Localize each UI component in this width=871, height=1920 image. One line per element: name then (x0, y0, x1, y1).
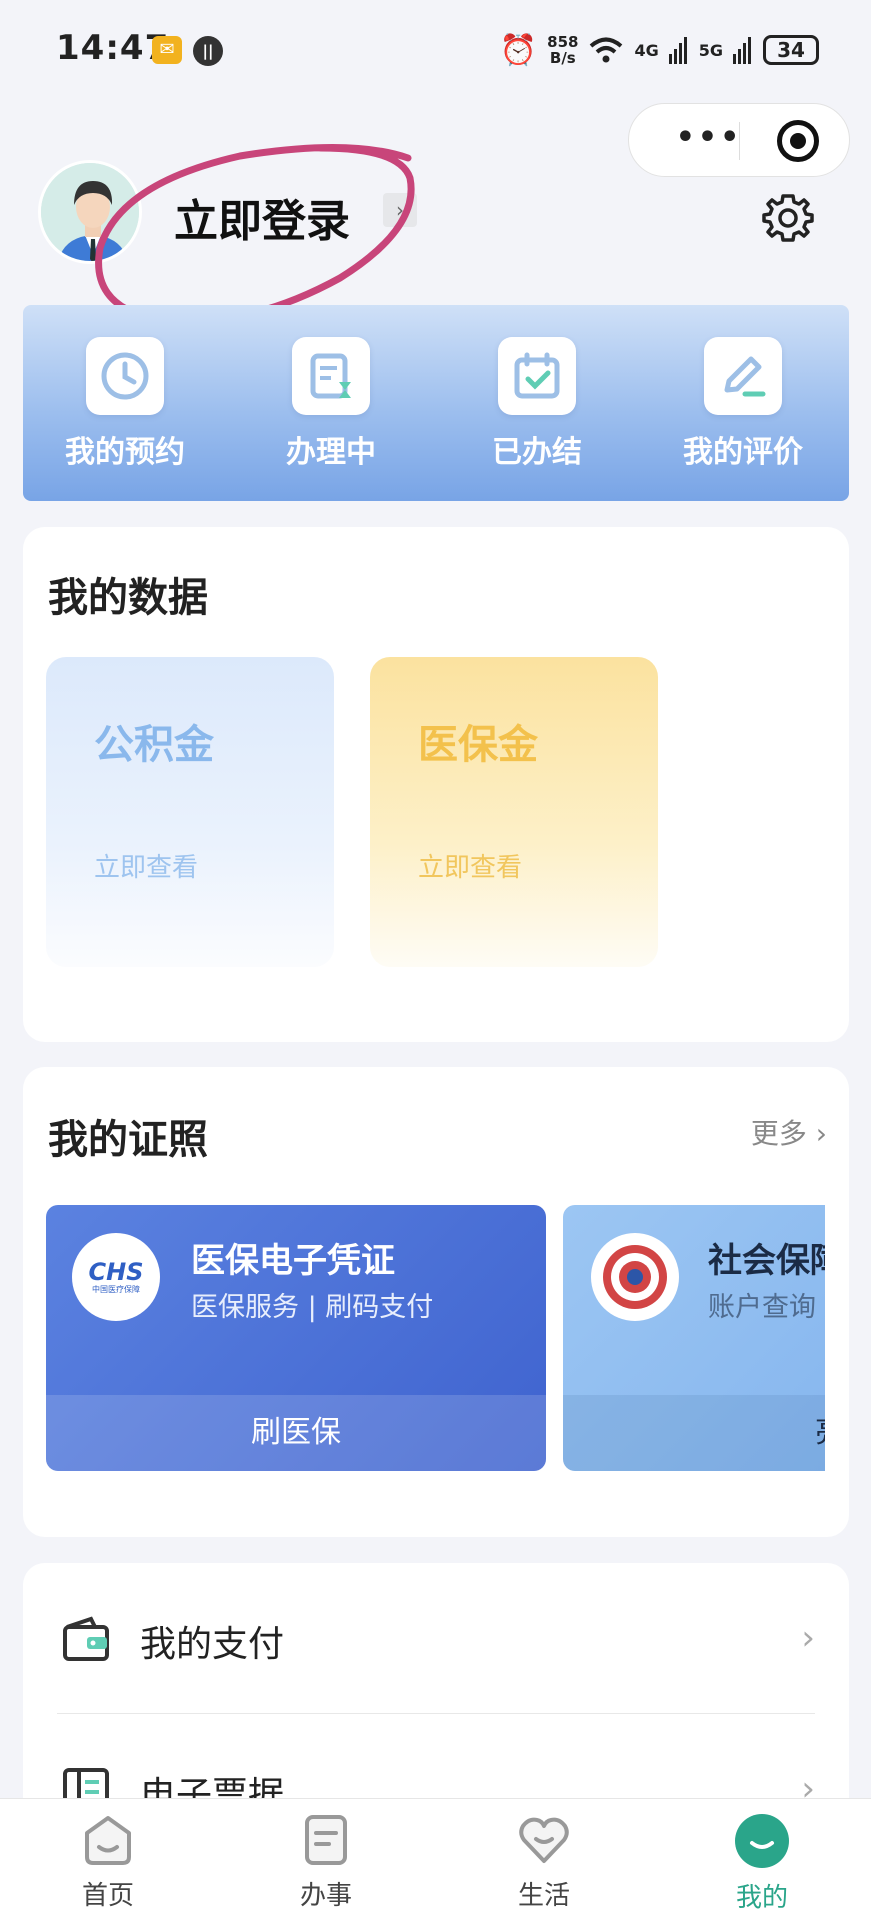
tab-services[interactable]: 办事 (246, 1813, 406, 1912)
bottom-tab-bar: 首页 办事 生活 我的 (0, 1798, 871, 1920)
my-certificates-card: 我的证照 更多 › CHS 中国医疗保障 医保电子凭证 医保服务 | 刷码支付 … (23, 1067, 849, 1537)
banner-item-label: 我的预约 (65, 435, 185, 470)
document-icon (305, 1815, 347, 1865)
tab-label: 首页 (81, 1881, 134, 1911)
network-speed: 858 B/s (547, 33, 579, 67)
tab-life[interactable]: 生活 (464, 1813, 624, 1912)
social-security-logo (591, 1233, 679, 1321)
signal-4g: 4G (634, 40, 659, 60)
wifi-icon (590, 37, 623, 63)
banner-item-label: 办理中 (286, 435, 376, 470)
menu-item-label: 我的支付 (140, 1624, 285, 1665)
scan-insurance-button[interactable]: 刷医保 (46, 1395, 546, 1471)
tab-label: 办事 (299, 1881, 352, 1911)
menu-item-my-payments[interactable]: 我的支付 › (23, 1563, 849, 1713)
banner-item-reviews[interactable]: 我的评价 (658, 337, 828, 471)
section-title: 我的数据 (48, 575, 208, 621)
tab-me[interactable]: 我的 (682, 1813, 842, 1914)
tab-label: 我的 (735, 1883, 788, 1913)
chevron-right-icon: › (815, 1117, 827, 1150)
more-link[interactable]: 更多 › (751, 1112, 827, 1152)
signal-bars-icon (733, 37, 751, 64)
settings-gear-icon[interactable] (760, 190, 816, 246)
chs-logo-text: CHS (88, 1257, 144, 1286)
tile-title: 公积金 (94, 722, 214, 768)
mail-notification-icon: ✉ (152, 36, 182, 64)
tile-view-link[interactable]: 立即查看 (418, 847, 522, 884)
user-avatar-icon (41, 163, 139, 261)
capsule-divider (739, 122, 740, 160)
signal-bars-icon (668, 37, 687, 64)
show-card-button[interactable]: 亮证 (563, 1395, 825, 1471)
alarm-icon: ⏰ (499, 32, 538, 68)
banner-item-label: 已办结 (492, 435, 582, 470)
status-bar: 14:47 ✉ || ⏰ 858 B/s 4G 5G 34 (0, 0, 871, 100)
more-menu-button[interactable]: ••• (659, 123, 759, 158)
login-link[interactable]: 立即登录 (174, 185, 350, 249)
tab-home[interactable]: 首页 (28, 1813, 188, 1912)
document-hourglass-icon (292, 337, 370, 415)
heart-icon (519, 1817, 569, 1863)
cert-title: 医保电子凭证 (191, 1241, 395, 1281)
housing-fund-tile[interactable]: 公积金 立即查看 (46, 657, 334, 967)
cert-subtitle: 医保服务 | 刷码支付 (191, 1292, 434, 1323)
signal-5g: 5G (698, 40, 723, 60)
calendar-check-icon (498, 337, 576, 415)
medical-insurance-tile[interactable]: 医保金 立即查看 (370, 657, 658, 967)
social-security-card[interactable]: 社会保障卡 账户查询 亮证 (563, 1205, 825, 1471)
pause-notification-icon: || (193, 36, 223, 66)
miniprogram-capsule: ••• (628, 103, 850, 177)
tile-title: 医保金 (418, 722, 538, 768)
battery-indicator: 34 (763, 35, 819, 65)
status-indicators: ⏰ 858 B/s 4G 5G 34 (500, 28, 819, 72)
wallet-icon (63, 1616, 109, 1661)
avatar[interactable] (38, 160, 142, 264)
cert-subtitle: 账户查询 (708, 1292, 816, 1323)
profile-active-icon (735, 1814, 789, 1868)
tile-view-link[interactable]: 立即查看 (94, 847, 198, 884)
banner-item-completed[interactable]: 已办结 (452, 337, 622, 471)
clock-icon (86, 337, 164, 415)
pen-edit-icon (704, 337, 782, 415)
banner-item-appointments[interactable]: 我的预约 (40, 337, 210, 471)
service-status-banner: 我的预约 办理中 已办结 我的评价 (23, 305, 849, 501)
my-data-card: 我的数据 公积金 立即查看 医保金 立即查看 (23, 527, 849, 1042)
close-miniprogram-icon[interactable] (777, 120, 819, 162)
chs-logo-subtext: 中国医疗保障 (91, 1284, 140, 1294)
chs-logo: CHS 中国医疗保障 (72, 1233, 160, 1321)
cert-title: 社会保障卡 (708, 1241, 825, 1281)
medical-ecert-card[interactable]: CHS 中国医疗保障 医保电子凭证 医保服务 | 刷码支付 刷医保 (46, 1205, 546, 1471)
tab-label: 生活 (517, 1881, 570, 1911)
login-arrow-icon[interactable]: › (383, 193, 417, 227)
chevron-right-icon: › (801, 1618, 815, 1658)
banner-item-in-progress[interactable]: 办理中 (246, 337, 416, 471)
home-icon (85, 1816, 131, 1865)
banner-item-label: 我的评价 (683, 435, 803, 470)
section-title: 我的证照 (48, 1117, 208, 1163)
